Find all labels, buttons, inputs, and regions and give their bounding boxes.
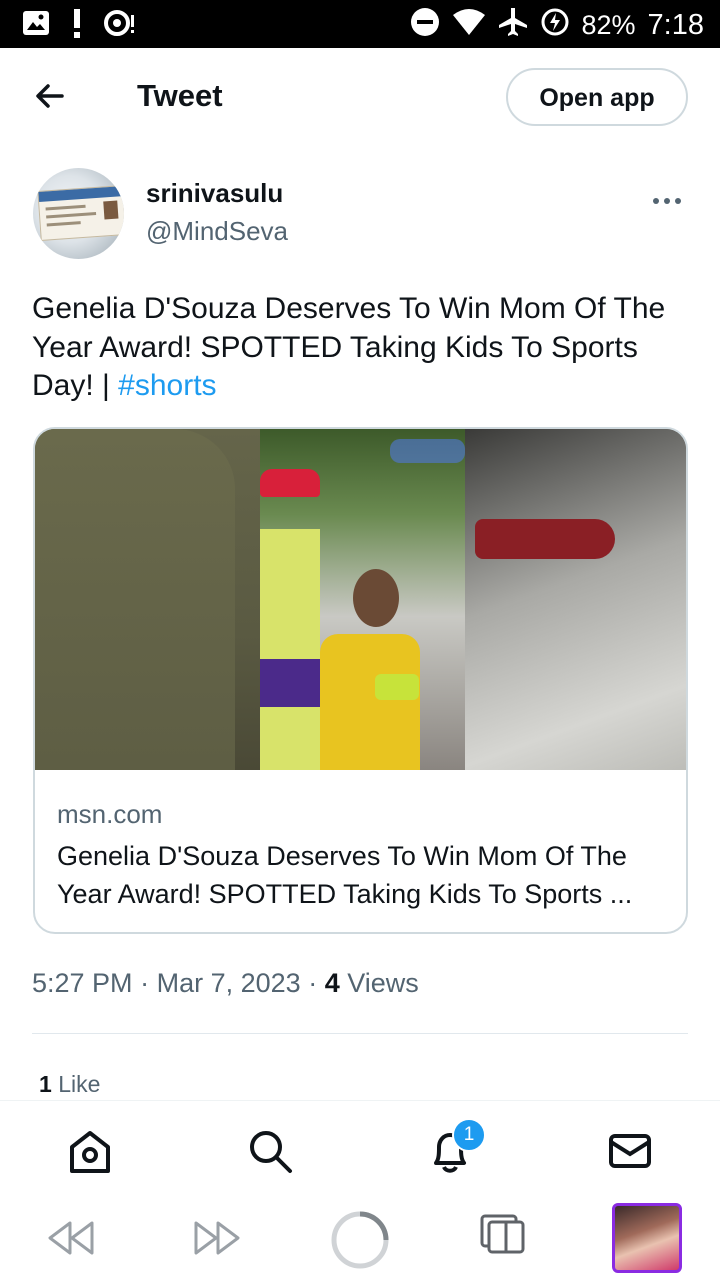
tweet-date: Mar 7, 2023 [156, 968, 301, 998]
more-options-button[interactable] [652, 186, 682, 212]
gallery-icon [22, 10, 50, 41]
tabs-icon [480, 1214, 525, 1254]
link-domain: msn.com [57, 799, 163, 829]
link-title: Genelia D'Souza Deserves To Win Mom Of T… [57, 841, 633, 909]
rewind-icon [48, 1221, 94, 1255]
more-dots-icon [653, 198, 681, 204]
nav-messages[interactable] [606, 1127, 654, 1175]
views-count: 4 [324, 968, 340, 998]
clock: 7:18 [647, 9, 704, 41]
hashtag-link[interactable]: #shorts [118, 369, 216, 402]
airplane-icon [498, 6, 528, 45]
status-bar: 82% 7:18 [0, 0, 720, 48]
arrow-left-icon [36, 84, 64, 108]
loading-icon [331, 1211, 389, 1269]
page-title: Tweet [137, 78, 223, 113]
author-name[interactable]: srinivasulu [146, 178, 283, 209]
nav-home[interactable] [66, 1127, 114, 1175]
tabs-button[interactable] [480, 1214, 526, 1259]
divider [32, 1033, 688, 1034]
author-handle[interactable]: @MindSeva [146, 216, 288, 247]
likes-label: Like [58, 1071, 101, 1097]
reload-button[interactable] [330, 1210, 390, 1275]
tweet-time: 5:27 PM [32, 968, 133, 998]
meta-separator: · [308, 968, 325, 998]
nav-search[interactable] [246, 1127, 294, 1175]
tweet-text: Genelia D'Souza Deserves To Win Mom Of T… [32, 290, 682, 406]
alert-icon [72, 8, 82, 43]
rewind-button[interactable] [46, 1218, 96, 1263]
tab-thumbnail[interactable] [612, 1203, 682, 1273]
back-button[interactable] [32, 78, 68, 114]
wifi-icon [452, 8, 486, 43]
tweet-meta: 5:27 PM · Mar 7, 2023 · 4 Views [32, 968, 419, 999]
likes-count: 1 [39, 1071, 52, 1097]
battery-saver-icon [540, 7, 570, 44]
top-header: Tweet Open app [0, 48, 720, 148]
bottom-nav [0, 1100, 720, 1201]
fast-forward-button[interactable] [192, 1218, 242, 1263]
meta-separator: · [140, 968, 157, 998]
link-card[interactable]: msn.com Genelia D'Souza Deserves To Win … [33, 427, 688, 934]
search-icon [250, 1131, 292, 1173]
notification-badge: 1 [452, 1118, 486, 1152]
views-label: Views [347, 968, 419, 998]
sync-icon [104, 9, 136, 42]
home-icon [70, 1131, 110, 1173]
likes-link[interactable]: 1 Like [39, 1071, 100, 1098]
avatar[interactable] [33, 168, 124, 259]
dnd-icon [410, 7, 440, 44]
messages-icon [609, 1134, 651, 1168]
battery-level: 82% [581, 10, 636, 40]
link-card-image [35, 429, 686, 770]
open-app-button[interactable]: Open app [506, 68, 688, 126]
fast-forward-icon [194, 1221, 240, 1255]
